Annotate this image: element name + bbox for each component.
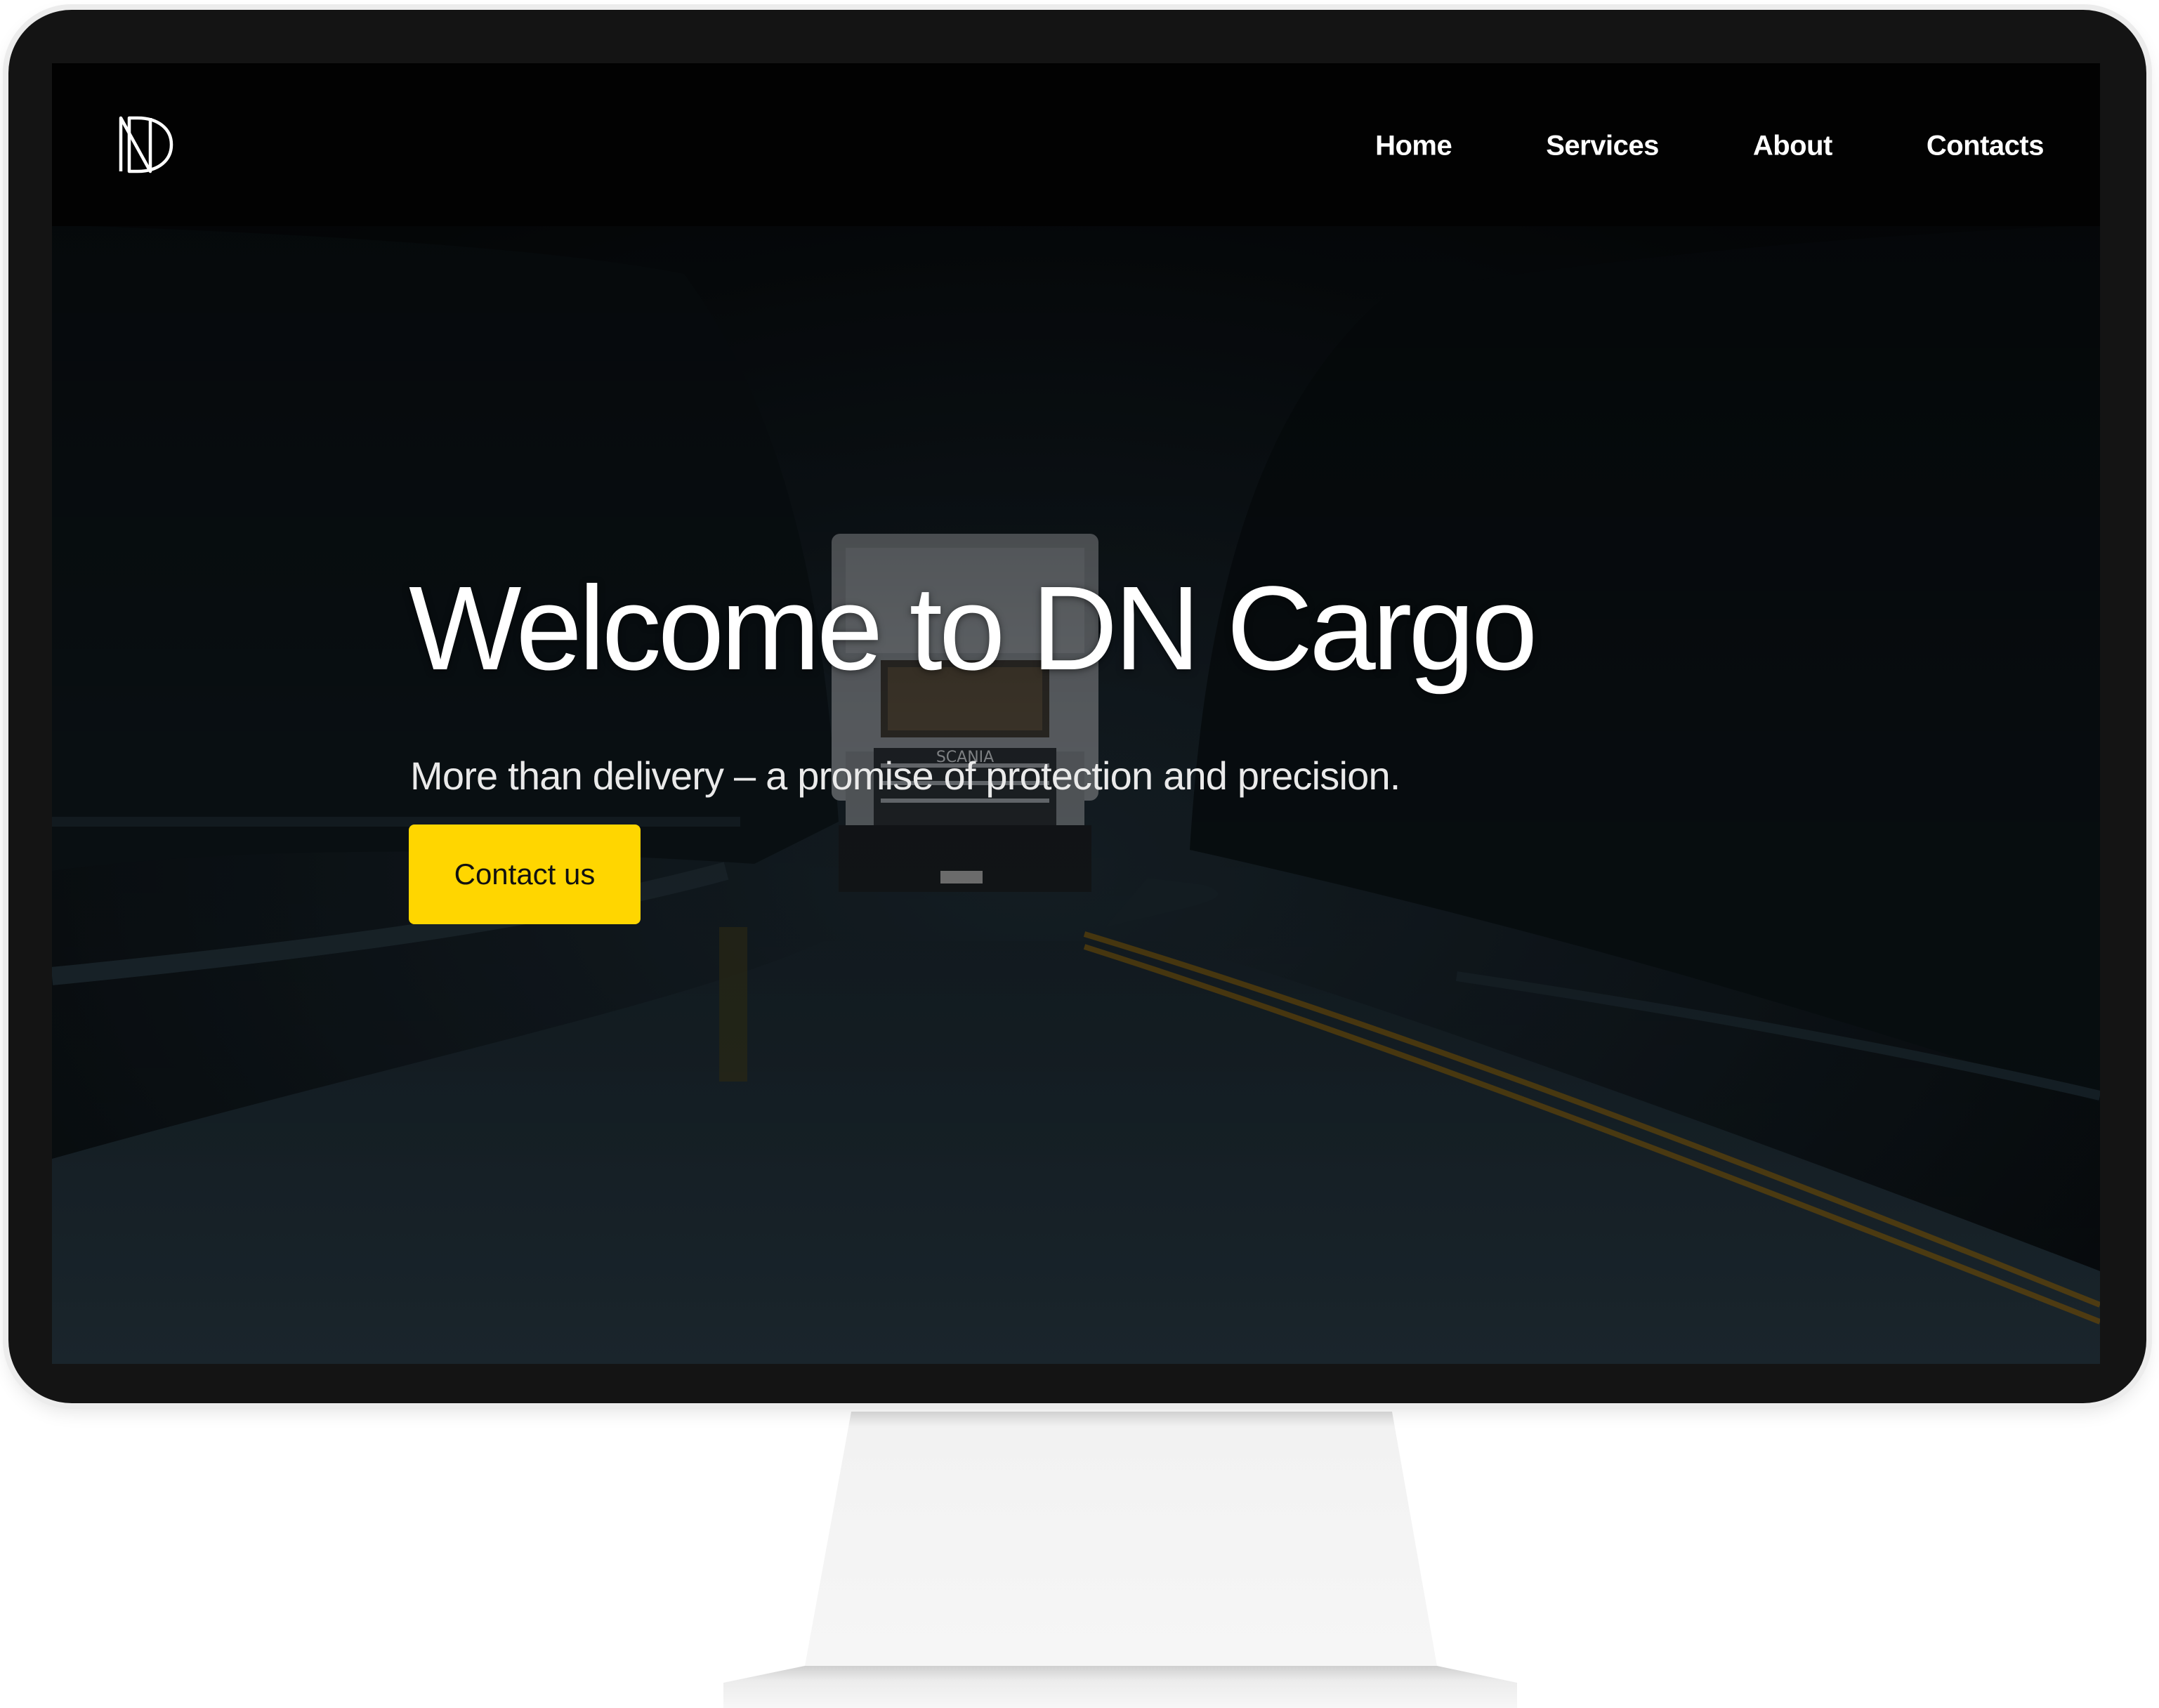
hero-background-image: SCANIA bbox=[52, 63, 2100, 1364]
hero-title: Welcome to DN Cargo bbox=[409, 562, 1537, 695]
website-screen: SCANIA Home Services About Contacts Welc… bbox=[52, 63, 2100, 1364]
nav-links: Home Services About Contacts bbox=[1375, 131, 2044, 162]
nav-contacts-link[interactable]: Contacts bbox=[1927, 131, 2045, 162]
mockup-stage: SCANIA Home Services About Contacts Welc… bbox=[0, 0, 2159, 1708]
dn-monogram-icon[interactable] bbox=[117, 114, 176, 176]
nav-about-link[interactable]: About bbox=[1753, 131, 1833, 162]
navbar: Home Services About Contacts bbox=[52, 63, 2100, 226]
hero-subtitle: More than delivery – a promise of protec… bbox=[410, 754, 1400, 798]
nav-home-link[interactable]: Home bbox=[1375, 131, 1452, 162]
nav-services-link[interactable]: Services bbox=[1546, 131, 1659, 162]
contact-us-button[interactable]: Contact us bbox=[409, 825, 641, 924]
